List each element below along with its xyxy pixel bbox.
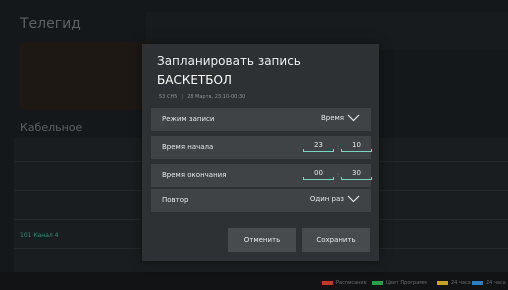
time-separator: : — [337, 172, 340, 179]
time-separator: : — [337, 144, 340, 151]
save-button[interactable]: Сохранить — [302, 228, 370, 252]
start-minutes-field[interactable]: 10 — [341, 141, 372, 154]
record-mode-value: Время — [320, 114, 344, 122]
record-mode-label: Режим записи — [162, 115, 215, 123]
channel-label: 53 CH5 — [159, 94, 178, 100]
meta-separator: | — [181, 94, 184, 100]
field-underline — [303, 179, 334, 180]
red-key-icon — [322, 281, 333, 285]
end-minutes-value: 30 — [352, 169, 361, 177]
repeat-row[interactable]: Повтор Один раз — [151, 189, 371, 212]
field-tick — [303, 149, 304, 152]
legend-item-blue: 24 часа — [472, 280, 506, 286]
start-hours-value: 23 — [314, 141, 323, 149]
end-hours-value: 00 — [314, 169, 323, 177]
start-time-row[interactable]: Время начала 23 : 10 — [151, 136, 372, 159]
field-underline — [341, 179, 372, 180]
program-meta: 53 CH5 | 28 Марта, 23:10-00:30 — [159, 94, 245, 100]
channel-row-text: 101 Канал 4 — [20, 232, 59, 239]
field-tick — [371, 149, 372, 152]
legend-label: 24 часа — [486, 280, 506, 286]
end-hours-field[interactable]: 00 — [303, 169, 334, 182]
record-mode-row[interactable]: Режим записи Время — [151, 108, 371, 131]
field-tick — [333, 149, 334, 152]
cancel-button[interactable]: Отменить — [228, 228, 296, 252]
legend-label: Расписание — [336, 280, 367, 286]
field-tick — [371, 177, 372, 180]
guide-title: Телегид — [20, 16, 81, 32]
section-label: Кабельное — [20, 121, 83, 134]
field-tick — [303, 177, 304, 180]
record-mode-select[interactable]: Время — [321, 114, 360, 122]
end-minutes-field[interactable]: 30 — [341, 169, 372, 182]
start-minutes-value: 10 — [352, 141, 361, 149]
field-tick — [341, 149, 342, 152]
footer-bar — [0, 272, 508, 290]
legend-item-green: Цвет Программ — [372, 280, 427, 286]
legend-label: 24 часа — [451, 280, 471, 286]
repeat-label: Повтор — [162, 196, 189, 204]
field-underline — [341, 151, 372, 152]
field-tick — [341, 177, 342, 180]
legend-item-red: Расписание — [322, 280, 367, 286]
video-preview — [20, 42, 146, 110]
start-time-label: Время начала — [162, 143, 214, 151]
program-title: БАСКЕТБОЛ — [157, 73, 232, 87]
start-hours-field[interactable]: 23 — [303, 141, 334, 154]
schedule-recording-dialog: Запланировать запись БАСКЕТБОЛ 53 CH5 | 28… — [142, 44, 379, 261]
blue-key-icon — [472, 281, 483, 285]
field-underline — [303, 151, 334, 152]
chevron-down-icon — [347, 195, 360, 203]
dialog-title: Запланировать запись — [157, 54, 301, 68]
legend-item-yellow: 24 часа — [437, 280, 471, 286]
yellow-key-icon — [437, 281, 448, 285]
green-key-icon — [372, 281, 383, 285]
repeat-value: Один раз — [309, 195, 344, 203]
end-time-row[interactable]: Время окончания 00 : 30 — [151, 164, 372, 187]
repeat-select[interactable]: Один раз — [310, 195, 360, 203]
field-tick — [333, 177, 334, 180]
end-time-label: Время окончания — [162, 171, 227, 179]
legend-label: Цвет Программ — [386, 280, 427, 286]
program-datetime: 28 Марта, 23:10-00:30 — [187, 94, 246, 100]
chevron-down-icon — [347, 114, 360, 122]
